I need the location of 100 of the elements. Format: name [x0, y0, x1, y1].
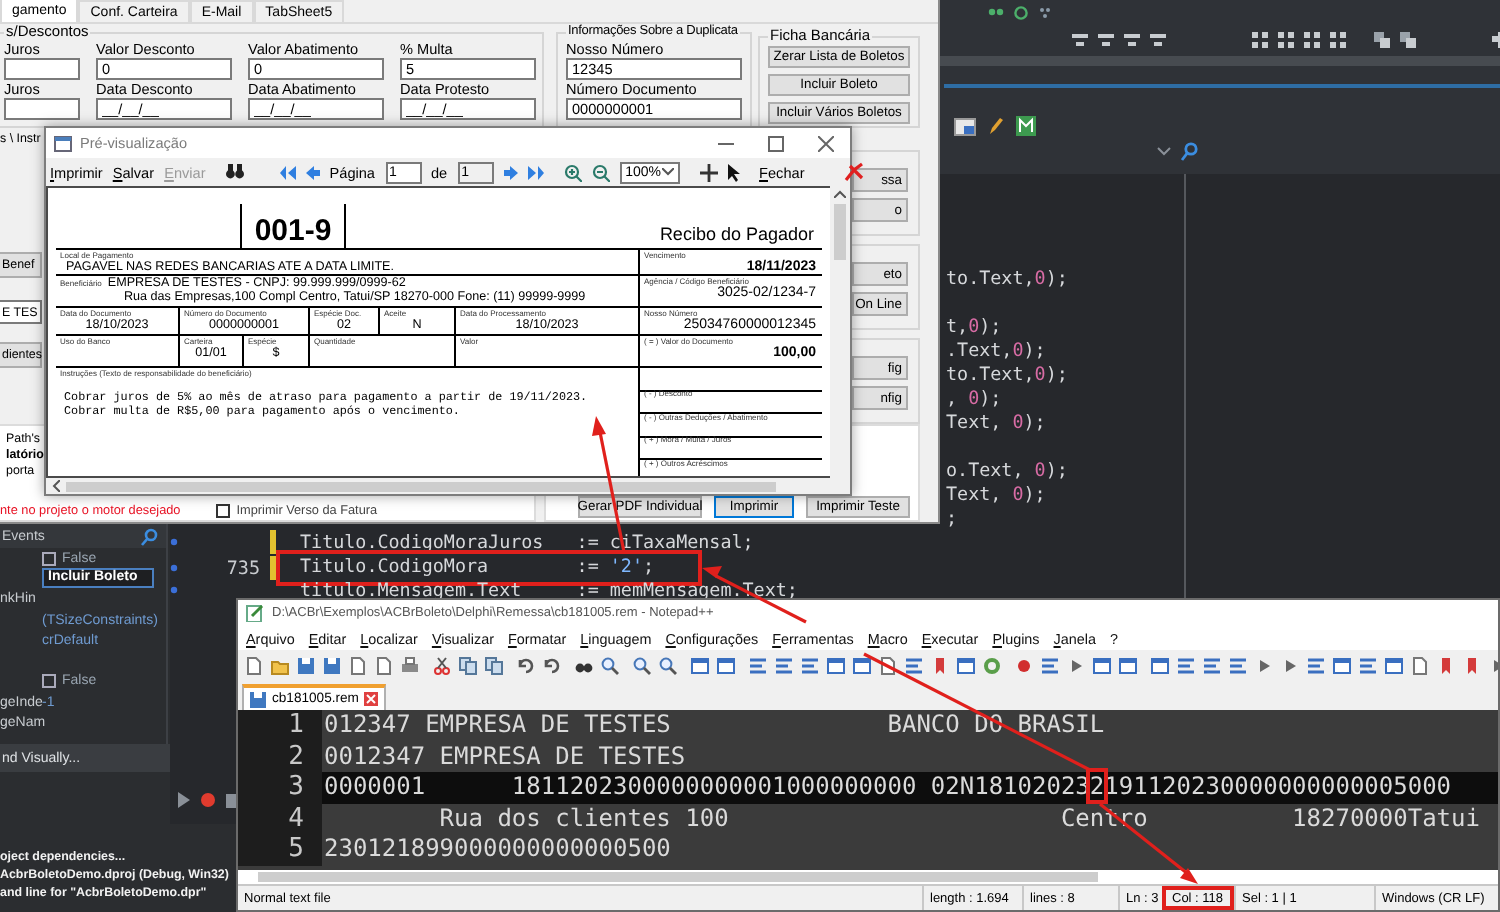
lines-icon[interactable]: [1040, 655, 1060, 675]
checkbox[interactable]: [42, 551, 56, 566]
close-icon[interactable]: [818, 135, 834, 151]
line-number: 3: [238, 772, 322, 803]
lines-icon[interactable]: [904, 655, 924, 675]
document-icon[interactable]: [1410, 655, 1430, 675]
next-page-icon[interactable]: [503, 165, 518, 179]
line-number: 1: [238, 710, 322, 741]
line-number: 5: [238, 834, 322, 865]
text-line: 0000001 1811202300000000001000000000 02N181020232191120230000000000005000: [322, 772, 1452, 803]
distribute-icon[interactable]: [1328, 30, 1348, 50]
window-icon[interactable]: [690, 655, 710, 675]
code-line: Text, 0);: [946, 483, 1046, 505]
chevron-left-icon[interactable]: [52, 480, 60, 492]
lines-icon[interactable]: [1202, 655, 1222, 675]
window-icon[interactable]: [1118, 655, 1138, 675]
exit-icon[interactable]: [844, 162, 865, 182]
align-icon[interactable]: [1070, 30, 1090, 50]
document-icon[interactable]: [244, 655, 264, 675]
play-icon[interactable]: [1066, 655, 1086, 675]
text-line: 0012347 EMPRESA DE TESTES: [322, 741, 686, 772]
text-field[interactable]: [4, 98, 80, 120]
magnifier-icon[interactable]: [632, 655, 652, 675]
search-icon[interactable]: [140, 527, 158, 545]
line-dot-icon: [170, 564, 178, 572]
zoom-out-icon[interactable]: [591, 163, 610, 181]
scroll-thumb[interactable]: [258, 872, 1098, 882]
play-icon[interactable]: [176, 792, 190, 808]
record-icon[interactable]: [1014, 655, 1034, 675]
lines-icon[interactable]: [748, 655, 768, 675]
scrollbar[interactable]: [238, 870, 1498, 884]
window-icon[interactable]: [716, 655, 736, 675]
maximize-icon[interactable]: [768, 135, 784, 151]
window-icon[interactable]: [826, 655, 846, 675]
window-icon[interactable]: [956, 655, 976, 675]
floppy-icon: [250, 691, 266, 707]
code-line: Text, 0);: [946, 411, 1046, 433]
printer-icon[interactable]: [400, 655, 420, 675]
distribute-icon[interactable]: [1250, 30, 1270, 50]
scroll-thumb[interactable]: [834, 204, 846, 260]
checkbox[interactable]: [216, 504, 231, 518]
text-line: 230121899000000000000500: [322, 834, 671, 865]
magnifier-icon[interactable]: [658, 655, 678, 675]
window-icon[interactable]: [1332, 655, 1352, 675]
code-line: o.Text, 0);: [946, 459, 1068, 481]
floppy-icon[interactable]: [296, 655, 316, 675]
scrollbar[interactable]: [46, 478, 850, 494]
record-icon[interactable]: [200, 792, 216, 808]
undo-icon[interactable]: [516, 655, 536, 675]
distribute-icon[interactable]: [1276, 30, 1296, 50]
code-line: ;: [946, 507, 958, 529]
lines-icon[interactable]: [1358, 655, 1378, 675]
document-heading: Recibo do Pagador: [659, 224, 816, 248]
window-icon[interactable]: [954, 117, 976, 135]
line-number: 735: [226, 557, 260, 579]
bookmark-icon[interactable]: [930, 655, 950, 675]
scrollbar[interactable]: [830, 186, 850, 478]
text-editor[interactable]: [238, 710, 1498, 870]
pointer-icon[interactable]: [727, 163, 740, 181]
bank-code: 001-9: [240, 204, 346, 248]
lines-icon[interactable]: [800, 655, 820, 675]
zoom-in-icon[interactable]: [563, 163, 582, 181]
window-icon[interactable]: [852, 655, 872, 675]
caret-icon[interactable]: [661, 168, 674, 176]
align-icon[interactable]: [1096, 30, 1116, 50]
lines-icon[interactable]: [1228, 655, 1248, 675]
lines-icon[interactable]: [774, 655, 794, 675]
first-page-icon[interactable]: [279, 165, 296, 179]
chevron-up-icon[interactable]: [834, 190, 846, 198]
text-field[interactable]: [4, 58, 80, 80]
line-dot-icon: [170, 538, 178, 546]
align-icon[interactable]: [1148, 30, 1168, 50]
previous-page-icon[interactable]: [305, 165, 320, 179]
code-line: Titulo.CodigoMora := '2';: [280, 554, 699, 582]
last-page-icon[interactable]: [527, 165, 544, 179]
floppy-icon[interactable]: [322, 655, 342, 675]
align-icon[interactable]: [1122, 30, 1142, 50]
scissors-icon[interactable]: [432, 655, 452, 675]
move-icon[interactable]: [699, 163, 718, 181]
lines-icon[interactable]: [1176, 655, 1196, 675]
window-icon[interactable]: [1384, 655, 1404, 675]
magnifier-icon[interactable]: [600, 655, 620, 675]
code-line: t,0);: [946, 315, 1002, 337]
pencil-icon[interactable]: [988, 116, 1004, 136]
code-line: to.Text,0);: [946, 363, 1068, 385]
undo-icon[interactable]: [542, 655, 562, 675]
scroll-thumb[interactable]: [66, 481, 776, 491]
code-line: .Text,0);: [946, 339, 1046, 361]
code-line: to.Text,0);: [946, 267, 1068, 289]
distribute-icon[interactable]: [1302, 30, 1322, 50]
window-icon[interactable]: [1092, 655, 1112, 675]
checkbox[interactable]: [42, 674, 56, 689]
window-icon: [54, 135, 72, 151]
lines-icon[interactable]: [1306, 655, 1326, 675]
binoculars-icon[interactable]: [225, 164, 244, 180]
window-icon[interactable]: [1150, 655, 1170, 675]
line-number: 2: [238, 741, 322, 772]
chevron-down-icon[interactable]: [1156, 146, 1172, 158]
folder-icon[interactable]: [270, 655, 290, 675]
search-icon[interactable]: [1180, 142, 1198, 162]
